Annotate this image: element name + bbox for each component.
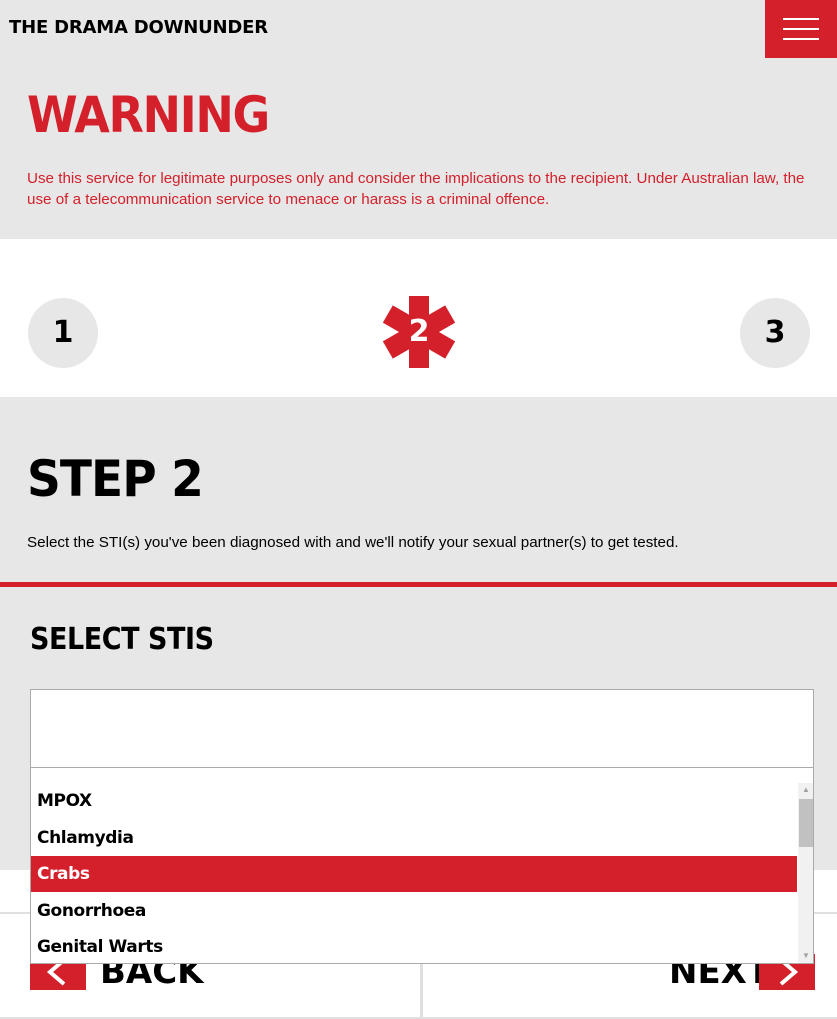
step-description: Select the STI(s) you've been diagnosed … — [27, 534, 679, 551]
dropdown-scrollbar[interactable]: ▲ ▼ — [798, 783, 813, 963]
step-2-number: 2 — [408, 314, 430, 349]
hamburger-menu-icon — [783, 18, 819, 20]
sti-search-input[interactable] — [30, 689, 814, 768]
step-indicator: 1 2 3 — [0, 239, 837, 397]
step-3-button[interactable]: 3 — [740, 298, 810, 368]
select-title: SELECT STIS — [30, 622, 214, 657]
scrollbar-thumb[interactable] — [799, 799, 813, 847]
step-title: STEP 2 — [27, 450, 204, 508]
step-1-button[interactable]: 1 — [28, 298, 98, 368]
scroll-down-arrow-icon[interactable]: ▼ — [798, 949, 813, 963]
option-genital-warts[interactable]: Genital Warts — [31, 929, 797, 963]
step-section: STEP 2 Select the STI(s) you've been dia… — [0, 397, 837, 583]
option-chlamydia[interactable]: Chlamydia — [31, 820, 797, 856]
option-gonorrhoea[interactable]: Gonorrhoea — [31, 893, 797, 929]
sti-options-dropdown: MPOX Chlamydia Crabs Gonorrhoea Genital … — [30, 768, 814, 964]
option-crabs[interactable]: Crabs — [31, 856, 797, 892]
site-logo[interactable]: THE DRAMA DOWNUNDER — [9, 17, 268, 38]
warning-text: Use this service for legitimate purposes… — [27, 170, 805, 208]
scroll-up-arrow-icon[interactable]: ▲ — [798, 783, 813, 797]
option-mpox[interactable]: MPOX — [31, 783, 797, 819]
warning-title: WARNING — [27, 86, 270, 144]
menu-button[interactable] — [765, 0, 837, 58]
header: THE DRAMA DOWNUNDER WARNING Use this ser… — [0, 0, 837, 239]
step-2-active[interactable]: 2 — [383, 296, 455, 368]
